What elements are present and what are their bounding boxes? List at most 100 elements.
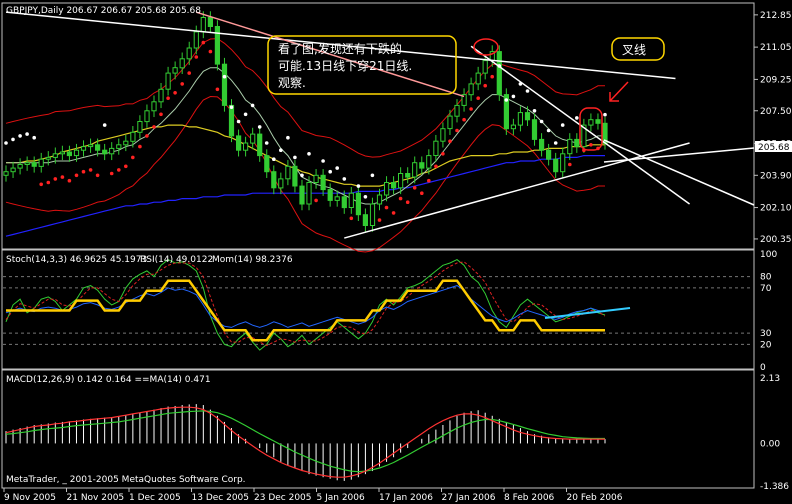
candle-body — [264, 155, 270, 173]
candle-body — [73, 149, 80, 157]
sar-dot — [546, 128, 551, 133]
y-tick-label: 212.85 — [760, 11, 792, 21]
candle-body — [278, 178, 284, 189]
candle-body — [419, 162, 425, 169]
y-tick-label: 202.10 — [760, 204, 792, 214]
candle-body — [546, 149, 552, 160]
candle-body — [200, 17, 206, 33]
sar-dot — [102, 123, 107, 127]
note-line-2: 可能.13日线下穿21日线. — [278, 58, 412, 73]
candle-body — [236, 135, 242, 151]
sar-dot — [293, 155, 297, 160]
x-tick-label: 21 Nov 2005 — [67, 493, 125, 503]
sar-dot — [95, 173, 100, 178]
candle-body — [144, 110, 150, 123]
sar-dot — [32, 135, 36, 140]
candle-body — [24, 162, 30, 165]
candle-body — [341, 196, 347, 209]
candle-body — [468, 83, 474, 96]
candle-body — [80, 146, 87, 151]
sar-dot — [166, 96, 170, 100]
candle-body — [482, 60, 488, 74]
sar-dot — [363, 195, 368, 199]
candle-body — [228, 104, 235, 137]
candle-body — [116, 144, 122, 149]
sar-dot — [490, 74, 495, 79]
sar-dot — [187, 71, 191, 75]
sar-dot — [117, 168, 121, 172]
sar-dot — [314, 198, 318, 203]
sar-dot — [88, 168, 93, 172]
sar-dot — [328, 169, 333, 174]
sar-dot — [74, 173, 79, 178]
sar-dot — [575, 116, 579, 120]
x-tick-label: 5 Jan 2006 — [317, 493, 365, 503]
trading-chart[interactable]: 212.85211.05209.25207.50205.68203.90202.… — [0, 0, 792, 504]
candle-body — [567, 138, 573, 155]
sar-dot — [152, 125, 156, 129]
candle-body — [454, 104, 460, 117]
sar-dot — [476, 96, 481, 100]
sar-dot — [124, 164, 128, 169]
sar-dot — [243, 112, 248, 117]
sar-dot — [504, 98, 509, 102]
candle-body — [412, 162, 418, 178]
sar-dot — [39, 182, 43, 187]
sar-dot — [441, 152, 445, 156]
sar-dot — [532, 109, 537, 113]
sar-dot — [81, 169, 86, 174]
candle-body — [426, 155, 432, 169]
sar-dot — [589, 143, 593, 147]
x-tick-label: 20 Feb 2006 — [567, 493, 623, 503]
sar-dot — [420, 191, 424, 195]
candle-body — [102, 149, 108, 155]
tag-label: 叉线 — [622, 43, 646, 57]
sar-dot — [67, 178, 72, 183]
sar-dot — [250, 103, 255, 108]
main-header: GBPJPY,Daily 206.67 206.67 205.68 205.68 — [6, 6, 201, 16]
sar-dot — [4, 141, 8, 145]
candle-body — [398, 173, 404, 189]
candle-body — [496, 51, 502, 96]
candle-body — [517, 112, 523, 126]
sar-dot — [448, 139, 452, 143]
sar-dot — [300, 173, 304, 178]
current-price-label: 205.68 — [758, 143, 790, 153]
macd-y-tick-label: 0.00 — [760, 439, 780, 449]
candle-body — [384, 182, 390, 196]
sar-dot — [356, 184, 361, 188]
y-tick-label: 209.25 — [760, 75, 792, 85]
stoch-header: Stoch(14,3,3) 46.9625 45.1973 — [6, 255, 147, 265]
note-line-1: 看了图,发现还有下跌的 — [278, 41, 402, 56]
sar-dot — [469, 107, 473, 111]
sar-dot — [264, 141, 269, 145]
sar-dot — [131, 155, 135, 160]
candle-body — [595, 119, 601, 124]
osc-y-tick-label: 70 — [760, 284, 772, 294]
osc-y-tick-label: 0 — [760, 363, 766, 373]
candle-body — [95, 144, 101, 151]
candle-body — [292, 165, 298, 187]
sar-dot — [25, 132, 29, 136]
x-tick-label: 13 Dec 2005 — [192, 493, 250, 503]
sar-dot — [236, 119, 241, 124]
sar-dot — [412, 186, 417, 190]
y-tick-label: 203.90 — [760, 171, 792, 181]
sar-dot — [483, 83, 488, 88]
candle-body — [510, 124, 516, 130]
candle-body — [137, 121, 143, 133]
sar-dot — [405, 200, 410, 204]
candle-body — [285, 165, 291, 180]
candle-body — [257, 133, 263, 157]
osc-y-tick-label: 20 — [760, 340, 772, 350]
sar-dot — [525, 89, 530, 93]
candle-body — [45, 156, 51, 160]
sar-dot — [568, 162, 572, 167]
rsi-header: RSI(14) 49.0122 — [140, 255, 213, 265]
candle-body — [221, 63, 228, 106]
candle-body — [158, 88, 164, 103]
sar-dot — [398, 196, 403, 201]
candle-body — [553, 158, 559, 173]
candle-body — [271, 171, 277, 189]
sar-dot — [138, 144, 142, 149]
